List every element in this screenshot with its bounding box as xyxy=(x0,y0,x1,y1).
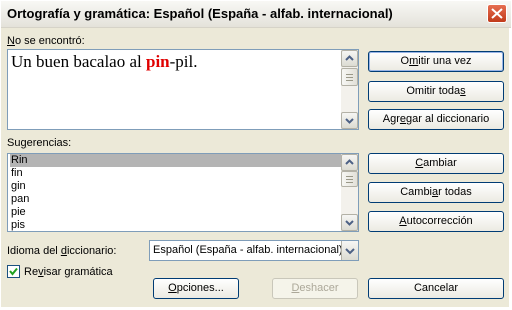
chevron-up-icon xyxy=(345,159,354,165)
agregar-diccionario-button[interactable]: Agregar al diccionario xyxy=(368,109,504,130)
cambiar-button[interactable]: Cambiar xyxy=(368,153,504,174)
not-found-sentence: Un buen bacalao al pin-pil. xyxy=(11,52,198,71)
omitir-una-vez-button[interactable]: Omitir una vez xyxy=(368,51,504,72)
suggestions-list[interactable]: Rin fin gin pan pie pis xyxy=(7,153,359,232)
suggestion-item[interactable]: gin xyxy=(10,180,343,193)
chevron-down-icon xyxy=(345,248,355,255)
chevron-down-icon xyxy=(345,220,354,226)
dictionary-language-select[interactable]: Español (España - alfab. internacional) xyxy=(149,240,359,261)
scroll-thumb[interactable] xyxy=(341,68,358,86)
suggestions-label: Sugerencias: xyxy=(7,137,72,149)
scroll-up-button[interactable] xyxy=(341,50,358,67)
scroll-thumb[interactable] xyxy=(341,171,358,187)
title-bar: Ortografía y gramática: Español (España … xyxy=(1,1,511,28)
chevron-down-icon xyxy=(345,118,354,124)
suggestion-item[interactable]: Rin xyxy=(10,154,343,167)
grammar-check-label[interactable]: Revisar gramática xyxy=(24,266,113,278)
omitir-todas-button[interactable]: Omitir todas xyxy=(368,81,504,102)
misspelled-word: pin xyxy=(146,52,170,71)
suggestions-scrollbar[interactable] xyxy=(341,154,358,231)
close-icon xyxy=(491,8,503,19)
dropdown-button[interactable] xyxy=(341,241,358,260)
not-found-scrollbar[interactable] xyxy=(341,50,358,129)
dictionary-language-value: Español (España - alfab. internacional) xyxy=(153,244,343,256)
close-button[interactable] xyxy=(487,4,507,23)
cancelar-button[interactable]: Cancelar xyxy=(368,278,504,299)
suggestion-item[interactable]: pan xyxy=(10,193,343,206)
suggestion-item[interactable]: pis xyxy=(10,219,343,231)
cambiar-todas-button[interactable]: Cambiar todas xyxy=(368,182,504,203)
autocorreccion-button[interactable]: Autocorrección xyxy=(368,211,504,232)
not-found-label: No se encontró: xyxy=(7,35,85,47)
spelling-grammar-dialog: Ortografía y gramática: Español (España … xyxy=(0,0,511,308)
scroll-down-button[interactable] xyxy=(341,112,358,129)
suggestion-item[interactable]: pie xyxy=(10,206,343,219)
deshacer-button[interactable]: Deshacer xyxy=(272,278,358,299)
not-found-text-box[interactable]: Un buen bacalao al pin-pil. xyxy=(7,49,359,130)
scroll-down-button[interactable] xyxy=(341,214,358,231)
window-title: Ortografía y gramática: Español (España … xyxy=(7,6,393,21)
checkmark-icon xyxy=(9,267,18,276)
dictionary-language-label: Idioma del diccionario: xyxy=(7,245,117,257)
opciones-button[interactable]: Opciones... xyxy=(153,278,239,299)
chevron-up-icon xyxy=(345,55,354,61)
scroll-up-button[interactable] xyxy=(341,154,358,171)
grammar-check-checkbox[interactable] xyxy=(7,265,20,278)
suggestion-item[interactable]: fin xyxy=(10,167,343,180)
